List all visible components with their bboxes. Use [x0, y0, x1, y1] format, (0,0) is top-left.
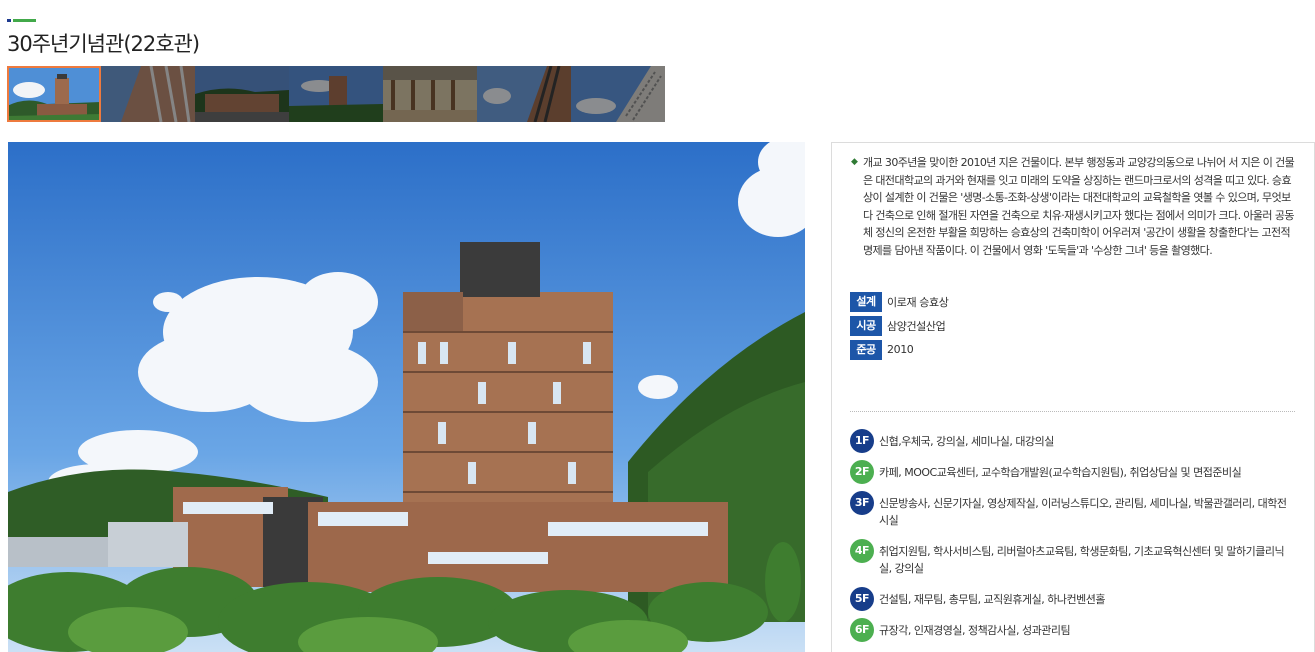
floor-badge: 1F: [850, 429, 874, 453]
title-accent-bar: [7, 19, 36, 22]
floor-badge: 3F: [850, 491, 874, 515]
meta-value: 이로재 승효상: [887, 295, 949, 309]
floor-item: 4F 취업지원팀, 학사서비스팀, 리버럴아츠교육팀, 학생문화팀, 기초교육혁…: [850, 539, 1295, 577]
meta-value: 2010: [887, 343, 914, 356]
thumbnail-7[interactable]: [571, 66, 665, 122]
building-meta: 설계 이로재 승효상 시공 삼양건설산업 준공 2010: [850, 291, 949, 363]
floor-badge: 4F: [850, 539, 874, 563]
thumbnail-4[interactable]: [289, 66, 383, 122]
building-description: ◆ 개교 30주년을 맞이한 2010년 지은 건물이다. 본부 행정동과 교양…: [851, 154, 1296, 259]
floor-text: 신문방송사, 신문기자실, 영상제작실, 이러닝스튜디오, 관리팀, 세미나실,…: [879, 497, 1287, 527]
building-info-panel: ◆ 개교 30주년을 맞이한 2010년 지은 건물이다. 본부 행정동과 교양…: [831, 142, 1315, 652]
floor-badge: 6F: [850, 618, 874, 642]
divider: [850, 411, 1295, 412]
floor-text: 카페, MOOC교육센터, 교수학습개발원(교수학습지원팀), 취업상담실 및 …: [879, 466, 1242, 479]
diamond-bullet-icon: ◆: [851, 157, 858, 167]
description-text: 개교 30주년을 맞이한 2010년 지은 건물이다. 본부 행정동과 교양강의…: [863, 156, 1295, 257]
floor-item: 2F 카페, MOOC교육센터, 교수학습개발원(교수학습지원팀), 취업상담실…: [850, 460, 1295, 484]
thumbnail-1[interactable]: [7, 66, 101, 122]
floor-item: 6F 규장각, 인재경영실, 정책감사실, 성과관리팀: [850, 618, 1295, 642]
floor-text: 건설팀, 재무팀, 총무팀, 교직원휴게실, 하나컨벤션홀: [879, 593, 1106, 606]
floor-directory: 1F 신협,우체국, 강의실, 세미나실, 대강의실 2F 카페, MOOC교육…: [850, 429, 1295, 650]
meta-badge: 시공: [850, 315, 882, 336]
floor-badge: 2F: [850, 460, 874, 484]
floor-text: 취업지원팀, 학사서비스팀, 리버럴아츠교육팀, 학생문화팀, 기초교육혁신센터…: [879, 545, 1285, 575]
thumbnail-strip: [7, 66, 665, 122]
thumbnail-5[interactable]: [383, 66, 477, 122]
floor-text: 신협,우체국, 강의실, 세미나실, 대강의실: [879, 435, 1054, 448]
floor-item: 1F 신협,우체국, 강의실, 세미나실, 대강의실: [850, 429, 1295, 453]
floor-text: 규장각, 인재경영실, 정책감사실, 성과관리팀: [879, 624, 1071, 637]
page-title: 30주년기념관(22호관): [7, 32, 200, 56]
meta-row-design: 설계 이로재 승효상: [850, 291, 949, 312]
meta-row-construction: 시공 삼양건설산업: [850, 315, 948, 336]
meta-row-completion: 준공 2010: [850, 339, 948, 360]
floor-badge: 5F: [850, 587, 874, 611]
thumbnail-3[interactable]: [195, 66, 289, 122]
thumbnail-2[interactable]: [101, 66, 195, 122]
floor-item: 5F 건설팀, 재무팀, 총무팀, 교직원휴게실, 하나컨벤션홀: [850, 587, 1295, 611]
meta-badge: 준공: [850, 339, 882, 360]
floor-item: 3F 신문방송사, 신문기자실, 영상제작실, 이러닝스튜디오, 관리팀, 세미…: [850, 491, 1295, 529]
meta-badge: 설계: [850, 291, 882, 312]
thumbnail-6[interactable]: [477, 66, 571, 122]
meta-value: 삼양건설산업: [887, 319, 946, 333]
main-building-photo: [8, 142, 805, 652]
